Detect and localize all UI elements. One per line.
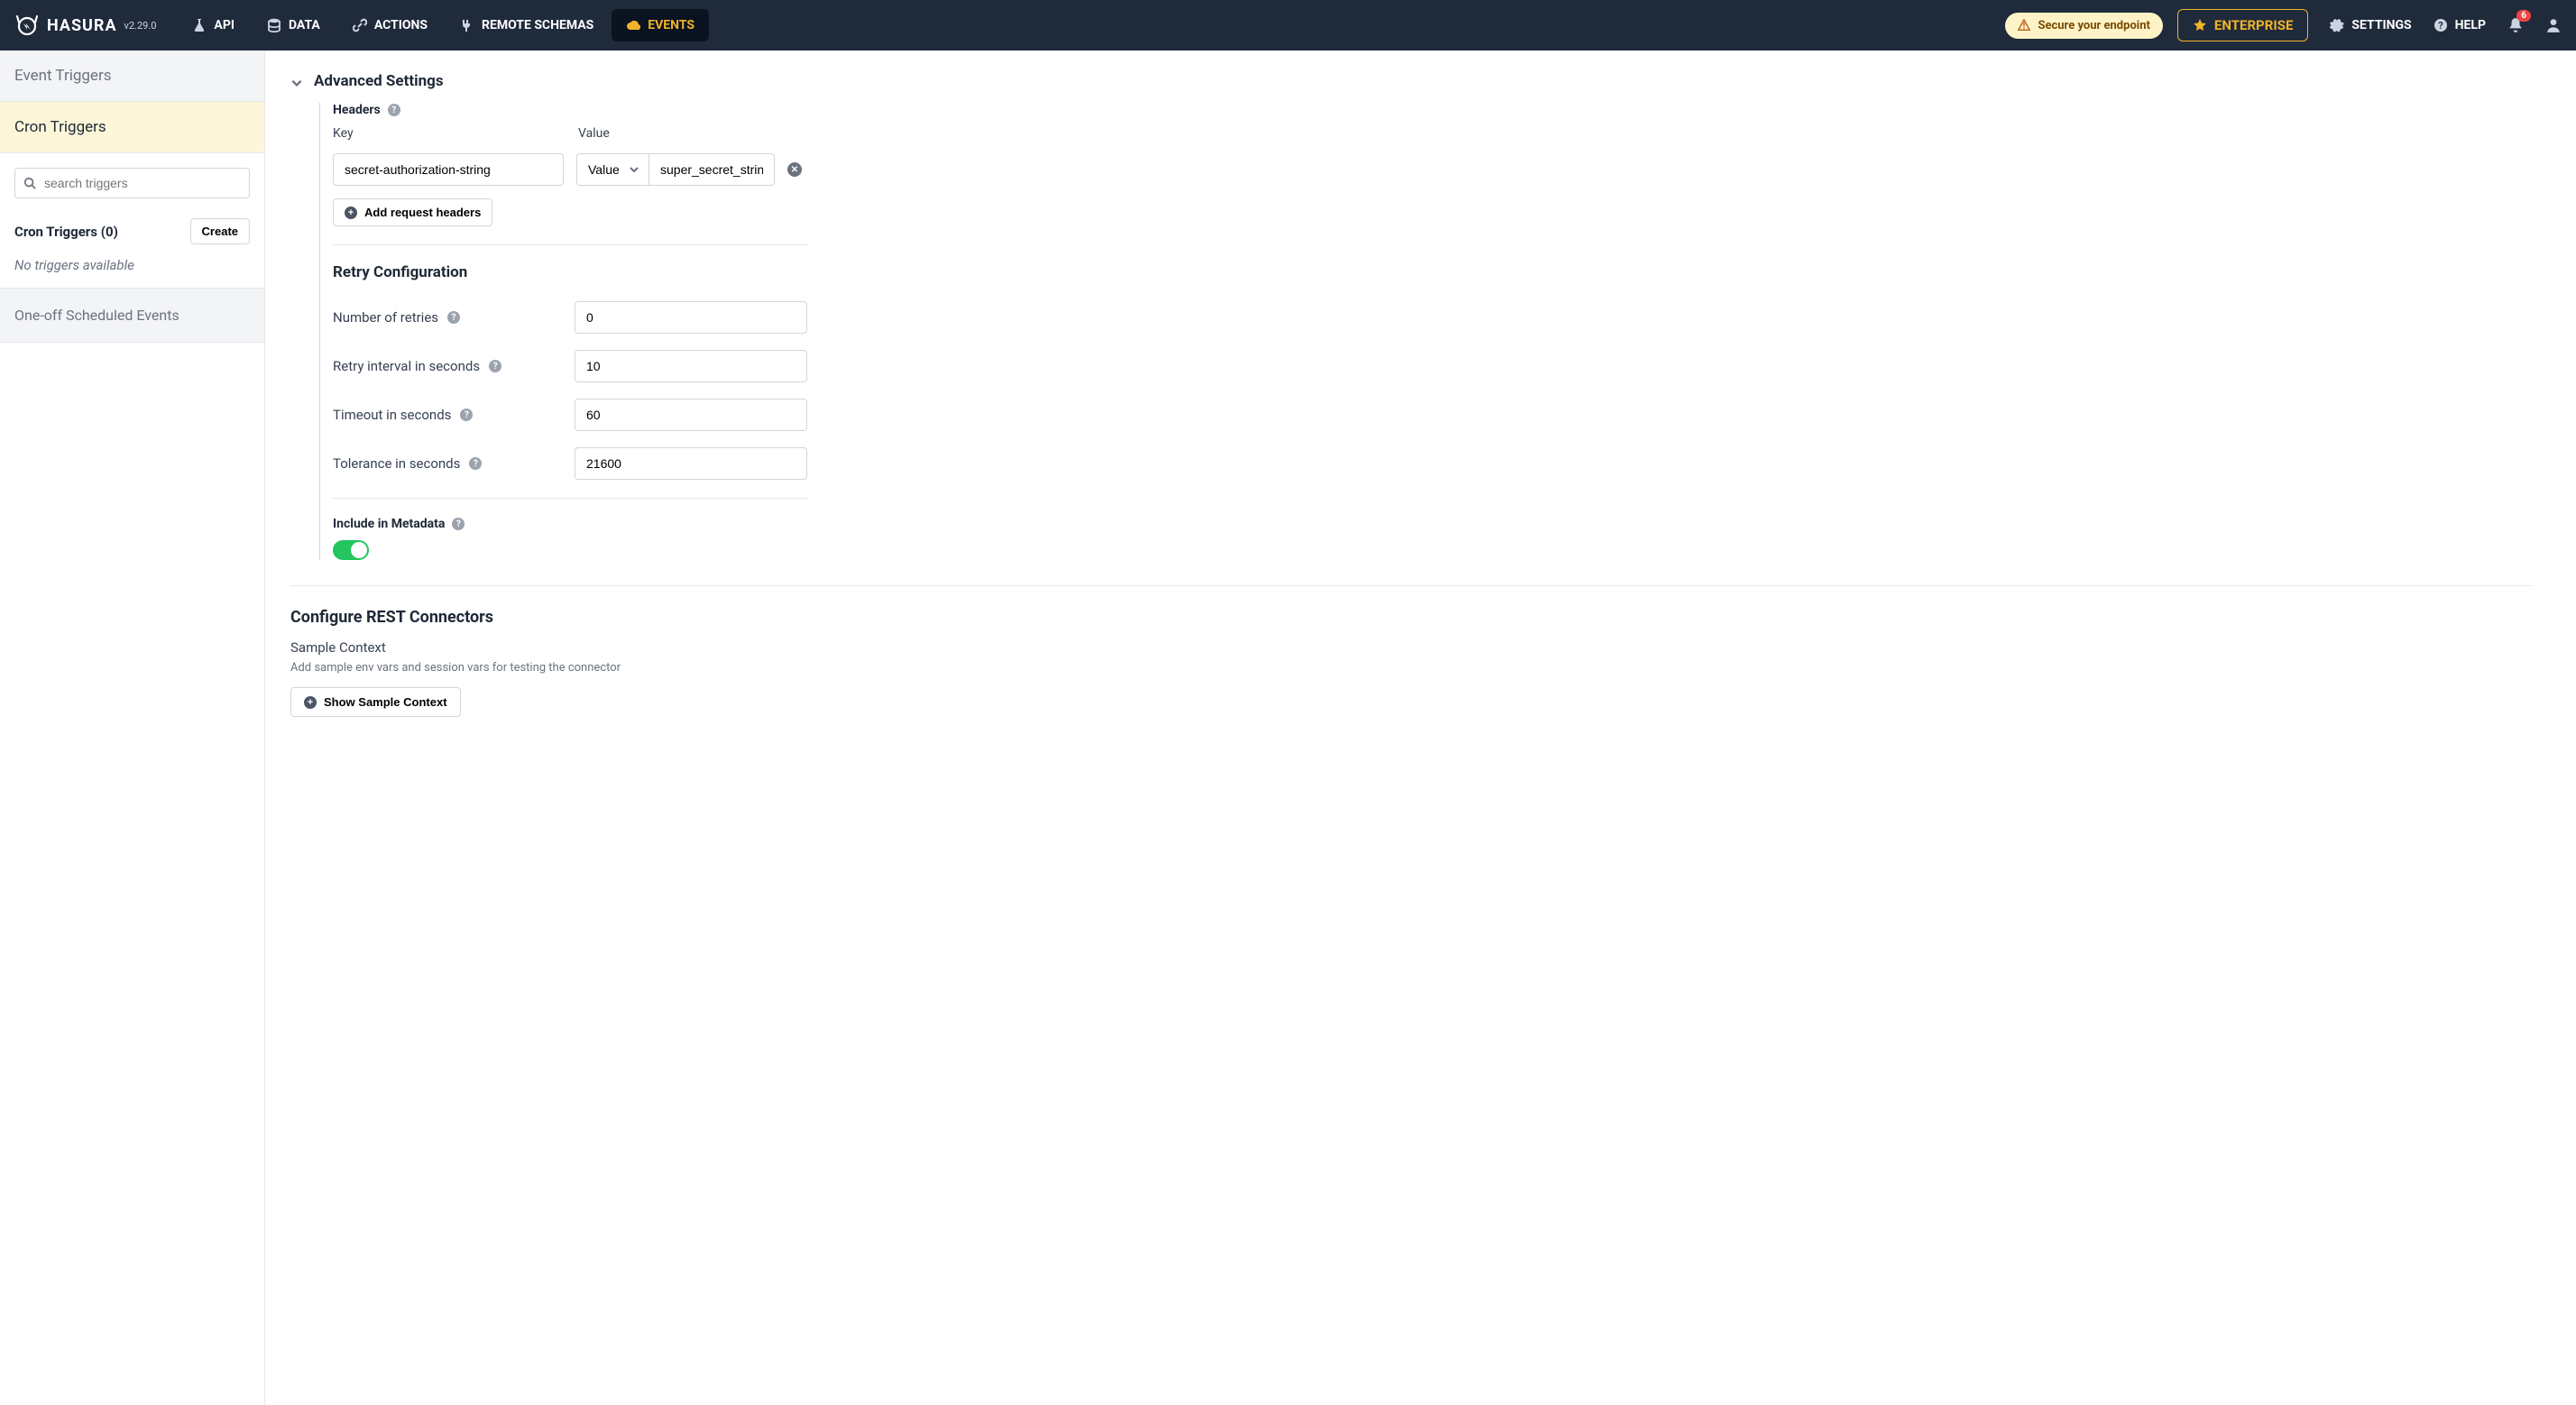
retry-config-title: Retry Configuration (333, 263, 1348, 281)
num-retries-label: Number of retries ? (333, 309, 575, 326)
star-icon (2193, 18, 2207, 32)
gear-icon (2330, 18, 2344, 32)
secure-endpoint-button[interactable]: Secure your endpoint (2005, 13, 2162, 39)
cron-triggers-count: Cron Triggers (0) (14, 224, 118, 240)
flask-icon (192, 18, 207, 32)
enterprise-button[interactable]: ENTERPRISE (2177, 9, 2309, 41)
include-metadata-toggle[interactable] (333, 540, 369, 560)
notification-badge: 6 (2516, 10, 2531, 22)
help-icon[interactable]: ? (469, 457, 482, 470)
plus-icon: + (345, 207, 357, 219)
search-triggers-input[interactable] (14, 168, 250, 198)
plus-icon: + (304, 696, 317, 709)
include-metadata-label: Include in Metadata ? (333, 517, 1348, 531)
nav-items: API DATA ACTIONS REMOTE SCHEMAS EVENTS (178, 9, 709, 41)
header-type-select[interactable]: Value (576, 153, 649, 186)
nav-events[interactable]: EVENTS (612, 9, 709, 41)
warning-icon (2018, 19, 2030, 32)
retry-interval-label: Retry interval in seconds ? (333, 358, 575, 374)
help-icon[interactable]: ? (388, 104, 400, 116)
right-nav: SETTINGS ? HELP 6 (2330, 17, 2562, 33)
num-retries-input[interactable] (575, 301, 807, 334)
tolerance-input[interactable] (575, 447, 807, 480)
nav-data[interactable]: DATA (253, 9, 335, 41)
help-icon[interactable]: ? (452, 518, 465, 530)
hasura-logo-icon (14, 13, 40, 38)
header-row: Value ✕ (333, 153, 1348, 186)
link-icon (353, 18, 367, 32)
add-request-headers-button[interactable]: + Add request headers (333, 198, 492, 226)
main-content: Advanced Settings Headers ? Key Value (265, 51, 2576, 1405)
cron-triggers-section: Cron Triggers (0) Create No triggers ava… (0, 153, 264, 289)
search-icon (23, 177, 36, 189)
tolerance-label: Tolerance in seconds ? (333, 455, 575, 472)
database-icon (267, 18, 281, 32)
rest-connectors-title: Configure REST Connectors (290, 608, 2533, 627)
delete-header-icon[interactable]: ✕ (787, 162, 802, 177)
header-value-input[interactable] (649, 153, 775, 186)
user-menu[interactable] (2545, 17, 2562, 33)
top-nav: HASURA v2.29.0 API DATA ACTIONS REMOTE S… (0, 0, 2576, 51)
timeout-label: Timeout in seconds ? (333, 407, 575, 423)
sidebar-tab-one-off[interactable]: One-off Scheduled Events (0, 289, 264, 343)
retry-interval-input[interactable] (575, 350, 807, 382)
logo-text: HASURA (47, 16, 117, 35)
sidebar: Event Triggers Cron Triggers Cron Trigge… (0, 51, 265, 1405)
settings-link[interactable]: SETTINGS (2330, 18, 2411, 32)
nav-remote-schemas[interactable]: REMOTE SCHEMAS (446, 9, 608, 41)
help-icon: ? (2433, 18, 2448, 32)
sidebar-tab-event-triggers[interactable]: Event Triggers (0, 51, 264, 102)
empty-state-text: No triggers available (14, 257, 250, 273)
plug-icon (460, 18, 474, 32)
help-icon[interactable]: ? (489, 360, 501, 372)
show-sample-context-button[interactable]: + Show Sample Context (290, 687, 461, 717)
version-label: v2.29.0 (124, 20, 157, 32)
create-trigger-button[interactable]: Create (190, 218, 250, 244)
nav-actions[interactable]: ACTIONS (338, 9, 442, 41)
chevron-down-icon[interactable] (290, 77, 303, 89)
cloud-icon (626, 18, 640, 32)
value-column-header: Value (578, 126, 610, 141)
svg-text:?: ? (2438, 20, 2443, 32)
timeout-input[interactable] (575, 399, 807, 431)
help-icon[interactable]: ? (460, 409, 473, 421)
help-icon[interactable]: ? (447, 311, 460, 324)
notifications-button[interactable]: 6 (2507, 17, 2524, 33)
user-icon (2545, 17, 2562, 33)
key-column-header: Key (333, 126, 564, 141)
advanced-settings-title: Advanced Settings (314, 72, 2533, 90)
sample-context-label: Sample Context (290, 639, 2533, 656)
header-key-input[interactable] (333, 153, 564, 186)
sidebar-tab-cron-triggers[interactable]: Cron Triggers (0, 102, 264, 153)
help-link[interactable]: ? HELP (2433, 18, 2486, 32)
logo[interactable]: HASURA (14, 13, 117, 38)
headers-label: Headers ? (333, 103, 1348, 117)
nav-api[interactable]: API (178, 9, 249, 41)
sample-context-description: Add sample env vars and session vars for… (290, 661, 2533, 675)
